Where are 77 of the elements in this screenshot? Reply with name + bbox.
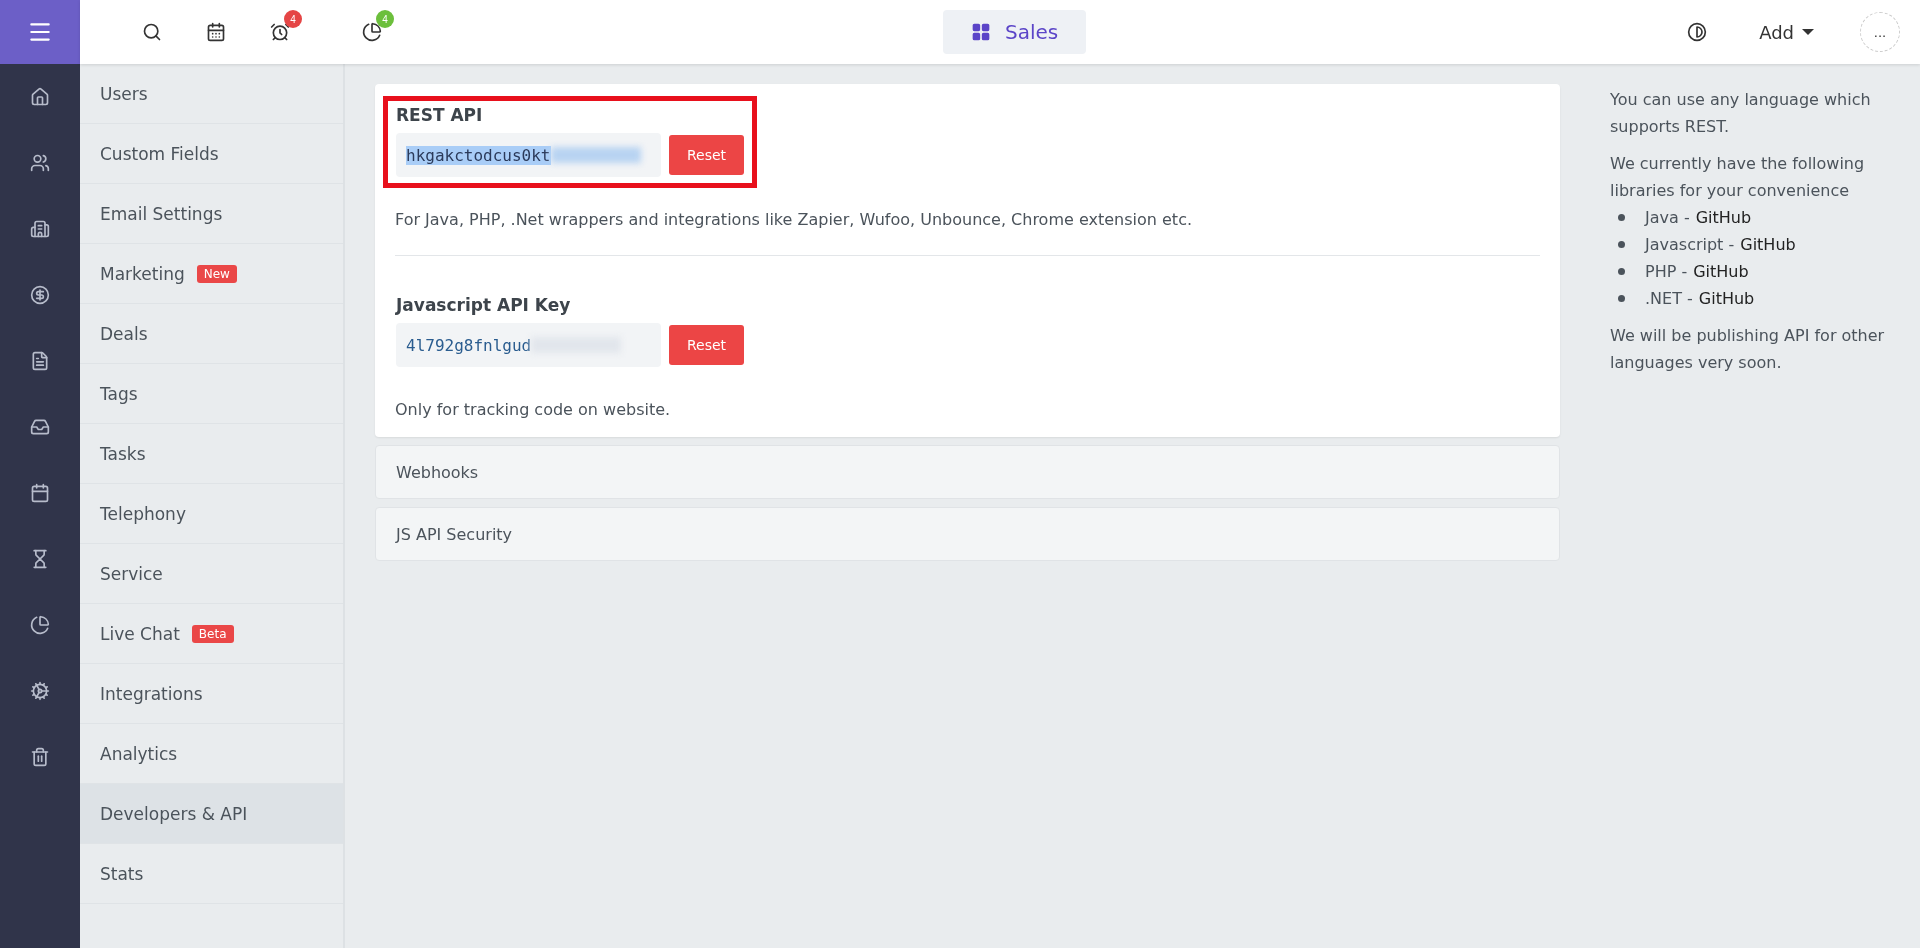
hourglass-icon: [30, 549, 50, 569]
key-title: Javascript API Key: [396, 295, 572, 315]
github-link[interactable]: GitHub: [1695, 204, 1752, 231]
reset-button[interactable]: Reset: [669, 135, 745, 175]
menu-item-label: Marketing: [100, 263, 185, 284]
library-name: .NET -: [1645, 288, 1693, 310]
menu-item-label: Developers & API: [100, 803, 248, 824]
library-name: Javascript -: [1645, 234, 1735, 256]
menu-button[interactable]: [0, 0, 80, 64]
settings-menu-item[interactable]: Deals: [80, 304, 343, 364]
settings-menu-item[interactable]: Stats: [80, 844, 343, 904]
help-text: We currently have the following libraries for your convenience: [1610, 153, 1866, 202]
contrast-icon: [1687, 22, 1708, 42]
menu-item-label: Deals: [100, 323, 148, 344]
github-link[interactable]: GitHub: [1740, 231, 1796, 258]
help-text: You can use any language which supports REST.: [1610, 89, 1872, 138]
library-name: Java -: [1645, 207, 1690, 229]
menu-item-label: Email Settings: [100, 203, 223, 224]
add-button[interactable]: Add: [1753, 20, 1820, 44]
key-description: Only for tracking code on website.: [395, 400, 672, 419]
money-icon: [30, 285, 50, 305]
settings-menu-item[interactable]: Service: [80, 544, 343, 604]
bullet-icon: [1618, 214, 1625, 221]
menu-item-tag: Beta: [191, 624, 234, 643]
settings-menu-item[interactable]: Users: [80, 64, 343, 124]
library-name: PHP -: [1645, 261, 1688, 283]
building-icon: [30, 219, 50, 239]
bullet-icon: [1618, 241, 1625, 248]
pie-chart-icon: [362, 22, 382, 42]
trash-icon: [30, 747, 50, 767]
settings-menu-item[interactable]: Live Chat Beta: [80, 604, 343, 664]
key-description: For Java, PHP, .Net wrappers and integrations like Zapier, Wufoo, Unbounce, Chrome extension etc.: [395, 210, 1193, 229]
reset-button[interactable]: Reset: [669, 325, 745, 365]
collapsible-section[interactable]: JS API Security: [375, 507, 1560, 561]
settings-menu-item[interactable]: Custom Fields: [80, 124, 343, 184]
menu-item-label: Integrations: [100, 683, 203, 704]
workspace-switcher[interactable]: Sales: [942, 10, 1087, 54]
menu-item-label: Stats: [100, 863, 144, 884]
pie-icon: [30, 615, 50, 635]
menu-item-label: Tags: [100, 383, 138, 404]
menu-item-label: Tasks: [100, 443, 146, 464]
notification-badge: 4: [376, 10, 394, 28]
home-icon: [30, 87, 50, 107]
notification-badge: 4: [284, 10, 302, 28]
api-key-field[interactable]: hkgakctodcus0kt: [396, 133, 661, 177]
settings-menu-item[interactable]: Tags: [80, 364, 343, 424]
people-icon: [30, 153, 50, 173]
document-icon: [30, 351, 50, 371]
help-text: We will be publishing API for other languages very soon.: [1610, 325, 1886, 374]
menu-item-label: Users: [100, 83, 148, 104]
menu-item-label: Live Chat: [100, 623, 180, 644]
settings-menu-item[interactable]: Telephony: [80, 484, 343, 544]
menu-item-label: Custom Fields: [100, 143, 219, 164]
settings-menu-item[interactable]: Marketing New: [80, 244, 343, 304]
settings-menu-item[interactable]: Developers & API: [80, 784, 343, 844]
calendar-icon: [206, 22, 226, 42]
alarm-button[interactable]: 4: [248, 12, 312, 52]
collapsible-section[interactable]: Webhooks: [375, 445, 1560, 499]
github-link[interactable]: GitHub: [1698, 285, 1755, 312]
settings-menu-item[interactable]: Tasks: [80, 424, 343, 484]
grid-icon: [970, 22, 991, 42]
settings-menu-item[interactable]: Integrations: [80, 664, 343, 724]
key-title: REST API: [396, 105, 484, 125]
menu-item-label: Service: [100, 563, 163, 584]
bullet-icon: [1618, 295, 1625, 302]
github-link[interactable]: GitHub: [1693, 258, 1749, 285]
settings-menu-item[interactable]: Email Settings: [80, 184, 343, 244]
calendar-icon: [30, 483, 50, 503]
menu-item-tag: New: [196, 264, 237, 283]
menu-item-label: Analytics: [100, 743, 178, 764]
inbox-icon: [30, 417, 50, 437]
alarm-clock-icon: [270, 22, 290, 42]
caret-icon: [1802, 29, 1814, 35]
menu-item-label: Telephony: [100, 503, 186, 524]
api-key-field[interactable]: 4l792g8fnlgud: [396, 323, 661, 367]
search-icon: [142, 22, 162, 42]
bullet-icon: [1618, 268, 1625, 275]
